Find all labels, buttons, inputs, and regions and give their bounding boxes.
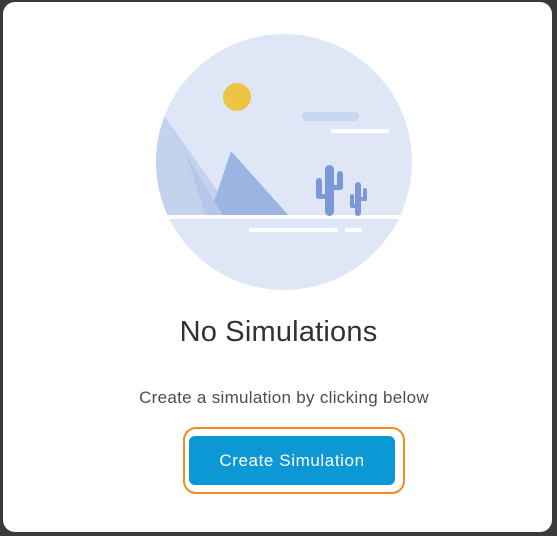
ground-line-short — [345, 228, 362, 232]
desert-landscape-illustration — [156, 34, 412, 290]
cloud-bar-top — [302, 112, 359, 121]
ground-line-long — [249, 228, 338, 232]
empty-state-title: No Simulations — [179, 316, 378, 348]
horizon-line — [156, 215, 412, 219]
empty-state-subtitle: Create a simulation by clicking below — [139, 388, 429, 407]
create-simulation-button[interactable]: Create Simulation — [189, 436, 395, 485]
sun-icon — [223, 83, 251, 111]
cloud-bar-bottom — [331, 129, 389, 133]
